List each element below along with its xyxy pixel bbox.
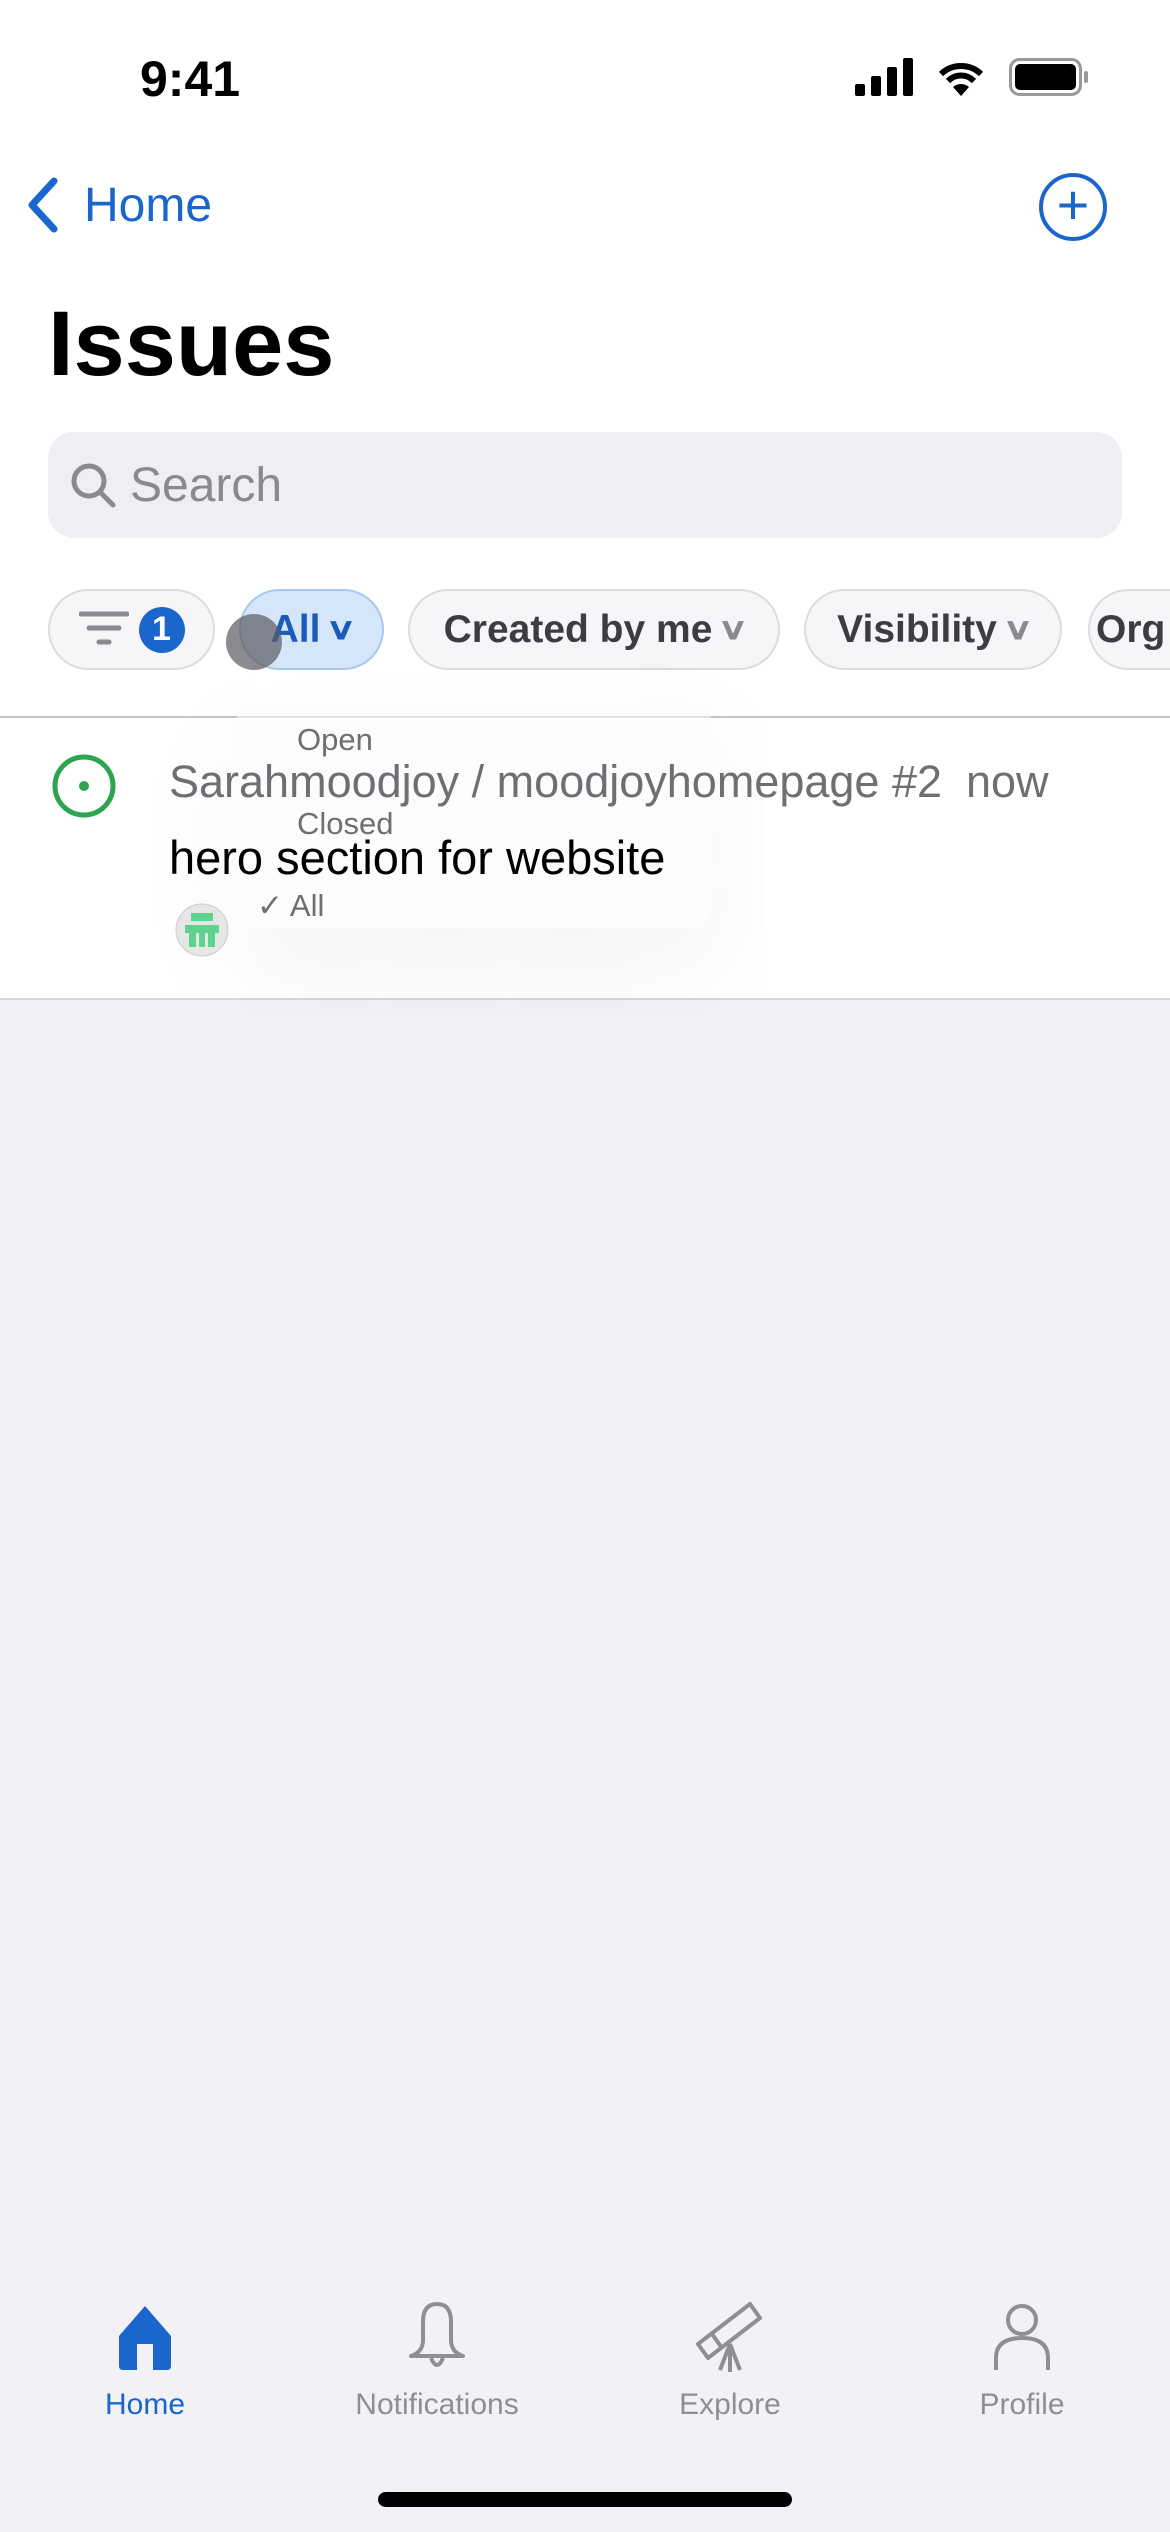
chip-visibility[interactable]: Visibility ∨	[804, 589, 1062, 670]
tab-home[interactable]: Home	[25, 2300, 265, 2422]
chevron-down-icon: ∨	[1002, 613, 1034, 646]
issue-open-icon	[52, 754, 116, 818]
issue-time: now	[966, 756, 1049, 807]
telescope-icon	[696, 2302, 762, 2372]
tab-profile[interactable]: Profile	[902, 2300, 1142, 2422]
home-icon	[119, 2306, 171, 2370]
back-label: Home	[84, 178, 213, 232]
status-icons	[855, 58, 1089, 96]
person-icon	[994, 2304, 1050, 2370]
search-input[interactable]	[130, 457, 1030, 513]
status-time: 9:41	[140, 51, 241, 107]
home-indicator[interactable]	[378, 2492, 792, 2507]
state-menu: Open Closed ✓ All	[237, 702, 710, 928]
touch-indicator	[226, 614, 282, 670]
tab-explore[interactable]: Explore	[610, 2300, 850, 2422]
menu-item-all[interactable]: ✓ All	[257, 888, 324, 924]
tab-label: Explore	[679, 2388, 781, 2421]
chevron-left-icon	[28, 177, 58, 233]
tab-label: Home	[104, 2388, 186, 2421]
chip-created-by-me[interactable]: Created by me ∨	[408, 589, 780, 670]
filter-count-badge: 1	[138, 606, 185, 653]
filter-button[interactable]: 1	[48, 589, 215, 670]
chip-label: Created by me	[443, 607, 713, 651]
menu-item-label: All	[289, 888, 325, 923]
search-icon	[71, 463, 116, 508]
issue-repo: Sarahmoodjoy / moodjoyhomepage #2	[169, 756, 942, 807]
menu-item-open[interactable]: Open	[297, 722, 373, 758]
issue-meta: Sarahmoodjoy / moodjoyhomepage #2 now	[169, 756, 1049, 808]
back-button[interactable]: Home	[24, 175, 212, 235]
tab-label: Notifications	[355, 2388, 519, 2421]
bell-icon	[409, 2302, 465, 2367]
tab-label: Profile	[979, 2388, 1065, 2421]
battery-icon	[1009, 58, 1088, 96]
page-title: Issues	[48, 293, 335, 395]
avatar	[175, 903, 229, 957]
check-icon: ✓	[257, 888, 283, 923]
filter-icon	[78, 611, 129, 644]
signal-icon	[855, 58, 913, 96]
issue-title: hero section for website	[169, 831, 666, 884]
divider	[0, 998, 1170, 1000]
chip-label: Org	[1096, 607, 1166, 651]
chip-label: Visibility	[837, 607, 997, 651]
chevron-down-icon: ∨	[326, 613, 357, 646]
tab-notifications[interactable]: Notifications	[317, 2300, 557, 2422]
chip-org[interactable]: Org	[1088, 589, 1170, 670]
search-bar[interactable]	[48, 432, 1122, 538]
chevron-down-icon: ∨	[718, 613, 749, 646]
wifi-icon	[938, 63, 984, 96]
plus-circle-icon: +	[1056, 173, 1090, 236]
new-issue-button[interactable]: +	[1039, 173, 1107, 241]
